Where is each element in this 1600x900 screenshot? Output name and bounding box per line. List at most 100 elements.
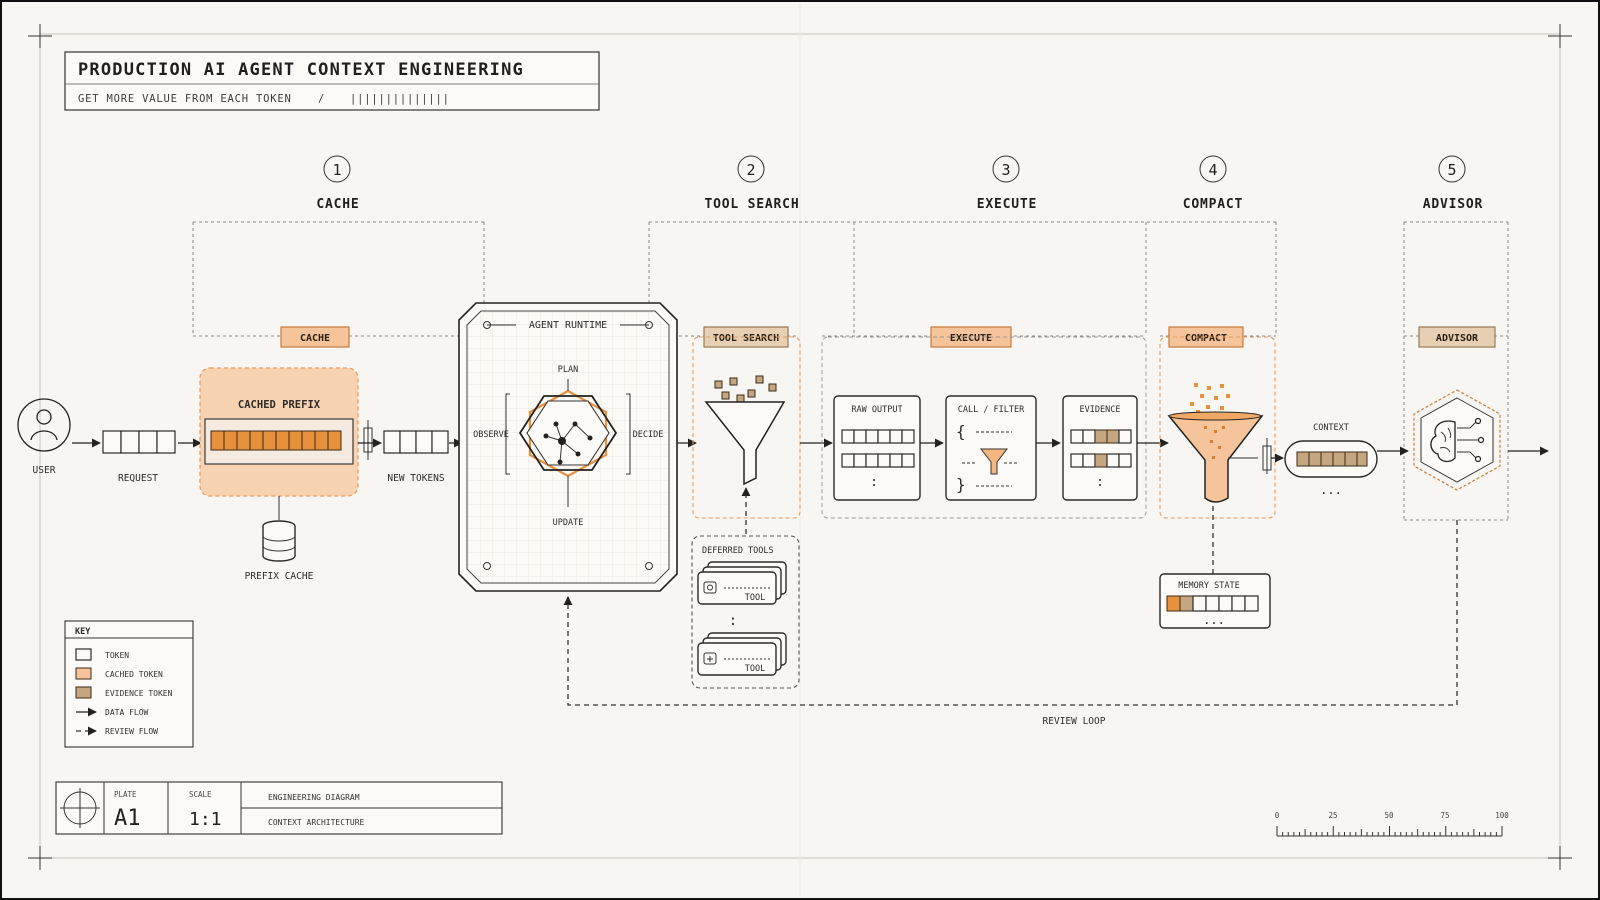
new-tokens: NEW TOKENS [383,430,449,484]
request-label: REQUEST [118,473,158,484]
runtime-title: AGENT RUNTIME [529,320,607,331]
key-evidence-swatch [75,686,92,699]
context-label: CONTEXT [1313,423,1349,433]
cached-prefix-panel: CACHED PREFIX [199,367,359,497]
plate-value: A1 [114,806,141,831]
runtime-plan-label: PLAN [558,365,578,375]
key-data-flow-label: DATA FLOW [105,708,149,717]
svg-text:CACHE: CACHE [300,333,330,344]
stage-number-5: 5 [1447,161,1456,179]
runtime-update-label: UPDATE [553,518,584,528]
key-evidence-label: EVIDENCE TOKEN [105,689,173,698]
stage-header-1: 1 CACHE [316,155,359,212]
runtime-observe-label: OBSERVE [473,430,509,440]
stage-number-3: 3 [1001,161,1010,179]
user-icon [36,409,52,425]
stage-header-5: 5 ADVISOR [1423,155,1483,212]
cached-prefix-label: CACHED PREFIX [238,399,321,411]
scale-tick-50: 50 [1384,811,1394,820]
stage-number-2: 2 [746,161,755,179]
page-subtitle: GET MORE VALUE FROM EACH TOKEN [78,93,292,105]
memory-state-label: MEMORY STATE [1178,581,1239,591]
stage-header-3: 3 EXECUTE [977,155,1037,212]
scale-ruler: 0 25 50 75 100 [1275,811,1509,837]
user-node: USER [17,398,71,476]
prefix-cache-database-icon: PREFIX CACHE [245,496,314,582]
compact-breakpoint-marker [1262,438,1272,474]
memory-state-box: MEMORY STATE ... [1159,573,1271,629]
stage-number-4: 4 [1208,161,1217,179]
diagram-canvas: PRODUCTION AI AGENT CONTEXT ENGINEERING … [0,0,1600,900]
stage-label-execute: EXECUTE [977,197,1037,212]
svg-text:}: } [956,475,966,494]
plate-line-1: ENGINEERING DIAGRAM [268,793,360,802]
prefix-cache-label: PREFIX CACHE [245,571,314,582]
stage-label-compact: COMPACT [1183,197,1243,212]
plate-label: PLATE [114,790,137,799]
context-dots: ... [1320,483,1342,497]
stage-header-4: 4 COMPACT [1183,155,1243,212]
svg-text:EXECUTE: EXECUTE [950,333,992,344]
key-token-swatch [75,648,92,661]
scale-tick-100: 100 [1495,811,1509,820]
evidence-label: EVIDENCE [1080,405,1121,415]
page-title: PRODUCTION AI AGENT CONTEXT ENGINEERING [78,60,524,80]
svg-text:{: { [956,422,966,441]
deferred-tools-label: DEFERRED TOOLS [702,546,774,556]
raw-output-label: RAW OUTPUT [851,405,902,415]
svg-text::: : [870,475,878,490]
stage-label-advisor: ADVISOR [1423,197,1483,212]
tool-search-funnel-icon [704,401,786,486]
stage-number-1: 1 [332,161,341,179]
stage-label-tool-search: TOOL SEARCH [705,197,800,212]
tag-cache: CACHE [280,326,350,348]
svg-text:ADVISOR: ADVISOR [1436,333,1479,344]
tag-advisor: ADVISOR [1418,326,1496,348]
call-filter-box: CALL / FILTER { } [945,395,1037,501]
call-filter-label: CALL / FILTER [958,405,1025,415]
scale-tick-75: 75 [1440,811,1449,820]
stage-label-cache: CACHE [316,197,359,212]
context-capsule: CONTEXT ... [1284,423,1378,497]
key-review-flow-label: REVIEW FLOW [105,727,158,736]
compact-particles [1190,383,1230,414]
cache-breakpoint-marker [363,420,373,460]
legend-key: KEY TOKEN CACHED TOKEN EVIDENCE TOKEN DA… [64,620,194,748]
title-block: PRODUCTION AI AGENT CONTEXT ENGINEERING … [64,51,600,111]
raw-output-box: RAW OUTPUT : [833,395,921,501]
agent-runtime: AGENT RUNTIME PLAN OBSERVE DECIDE UPDATE [458,302,678,592]
request-tokens: REQUEST [102,430,176,484]
evidence-box: EVIDENCE : [1062,395,1138,501]
deferred-tool-1-label: TOOL [745,593,765,603]
subtitle-ticks: |||||||||||||| [350,93,450,105]
scale-tick-0: 0 [1275,811,1280,820]
scale-label: SCALE [189,790,212,799]
scale-tick-25: 25 [1328,811,1337,820]
diagram-stage: PRODUCTION AI AGENT CONTEXT ENGINEERING … [0,0,1600,900]
plate-block: PLATE A1 SCALE 1:1 ENGINEERING DIAGRAM C… [55,781,503,835]
cached-token-row [210,430,342,451]
deferred-ellipsis: : [729,613,737,629]
svg-text:COMPACT: COMPACT [1185,333,1227,344]
key-cached-label: CACHED TOKEN [105,670,163,679]
svg-text::: : [1096,475,1104,490]
stage-header-2: 2 TOOL SEARCH [705,155,800,212]
compact-funnel-icon [1167,415,1264,503]
plate-line-2: CONTEXT ARCHITECTURE [268,818,365,827]
review-loop-label: REVIEW LOOP [1043,716,1106,727]
memory-dots: ... [1203,613,1225,627]
deferred-tool-2-label: TOOL [745,664,765,674]
new-tokens-label: NEW TOKENS [387,473,444,484]
tool-search-panel [692,336,801,519]
compact-panel [1159,336,1276,519]
key-title: KEY [75,627,91,637]
key-cached-swatch [75,667,92,680]
scale-value: 1:1 [189,809,222,830]
advisor-node [1413,389,1501,491]
key-token-label: TOKEN [105,651,129,660]
svg-text:TOOL SEARCH: TOOL SEARCH [713,333,779,344]
subtitle-separator: / [318,93,325,105]
deferred-tools-panel: DEFERRED TOOLS TOOL : TOOL [691,535,800,689]
tool-candidate-squares [714,375,777,403]
user-label: USER [33,465,56,476]
